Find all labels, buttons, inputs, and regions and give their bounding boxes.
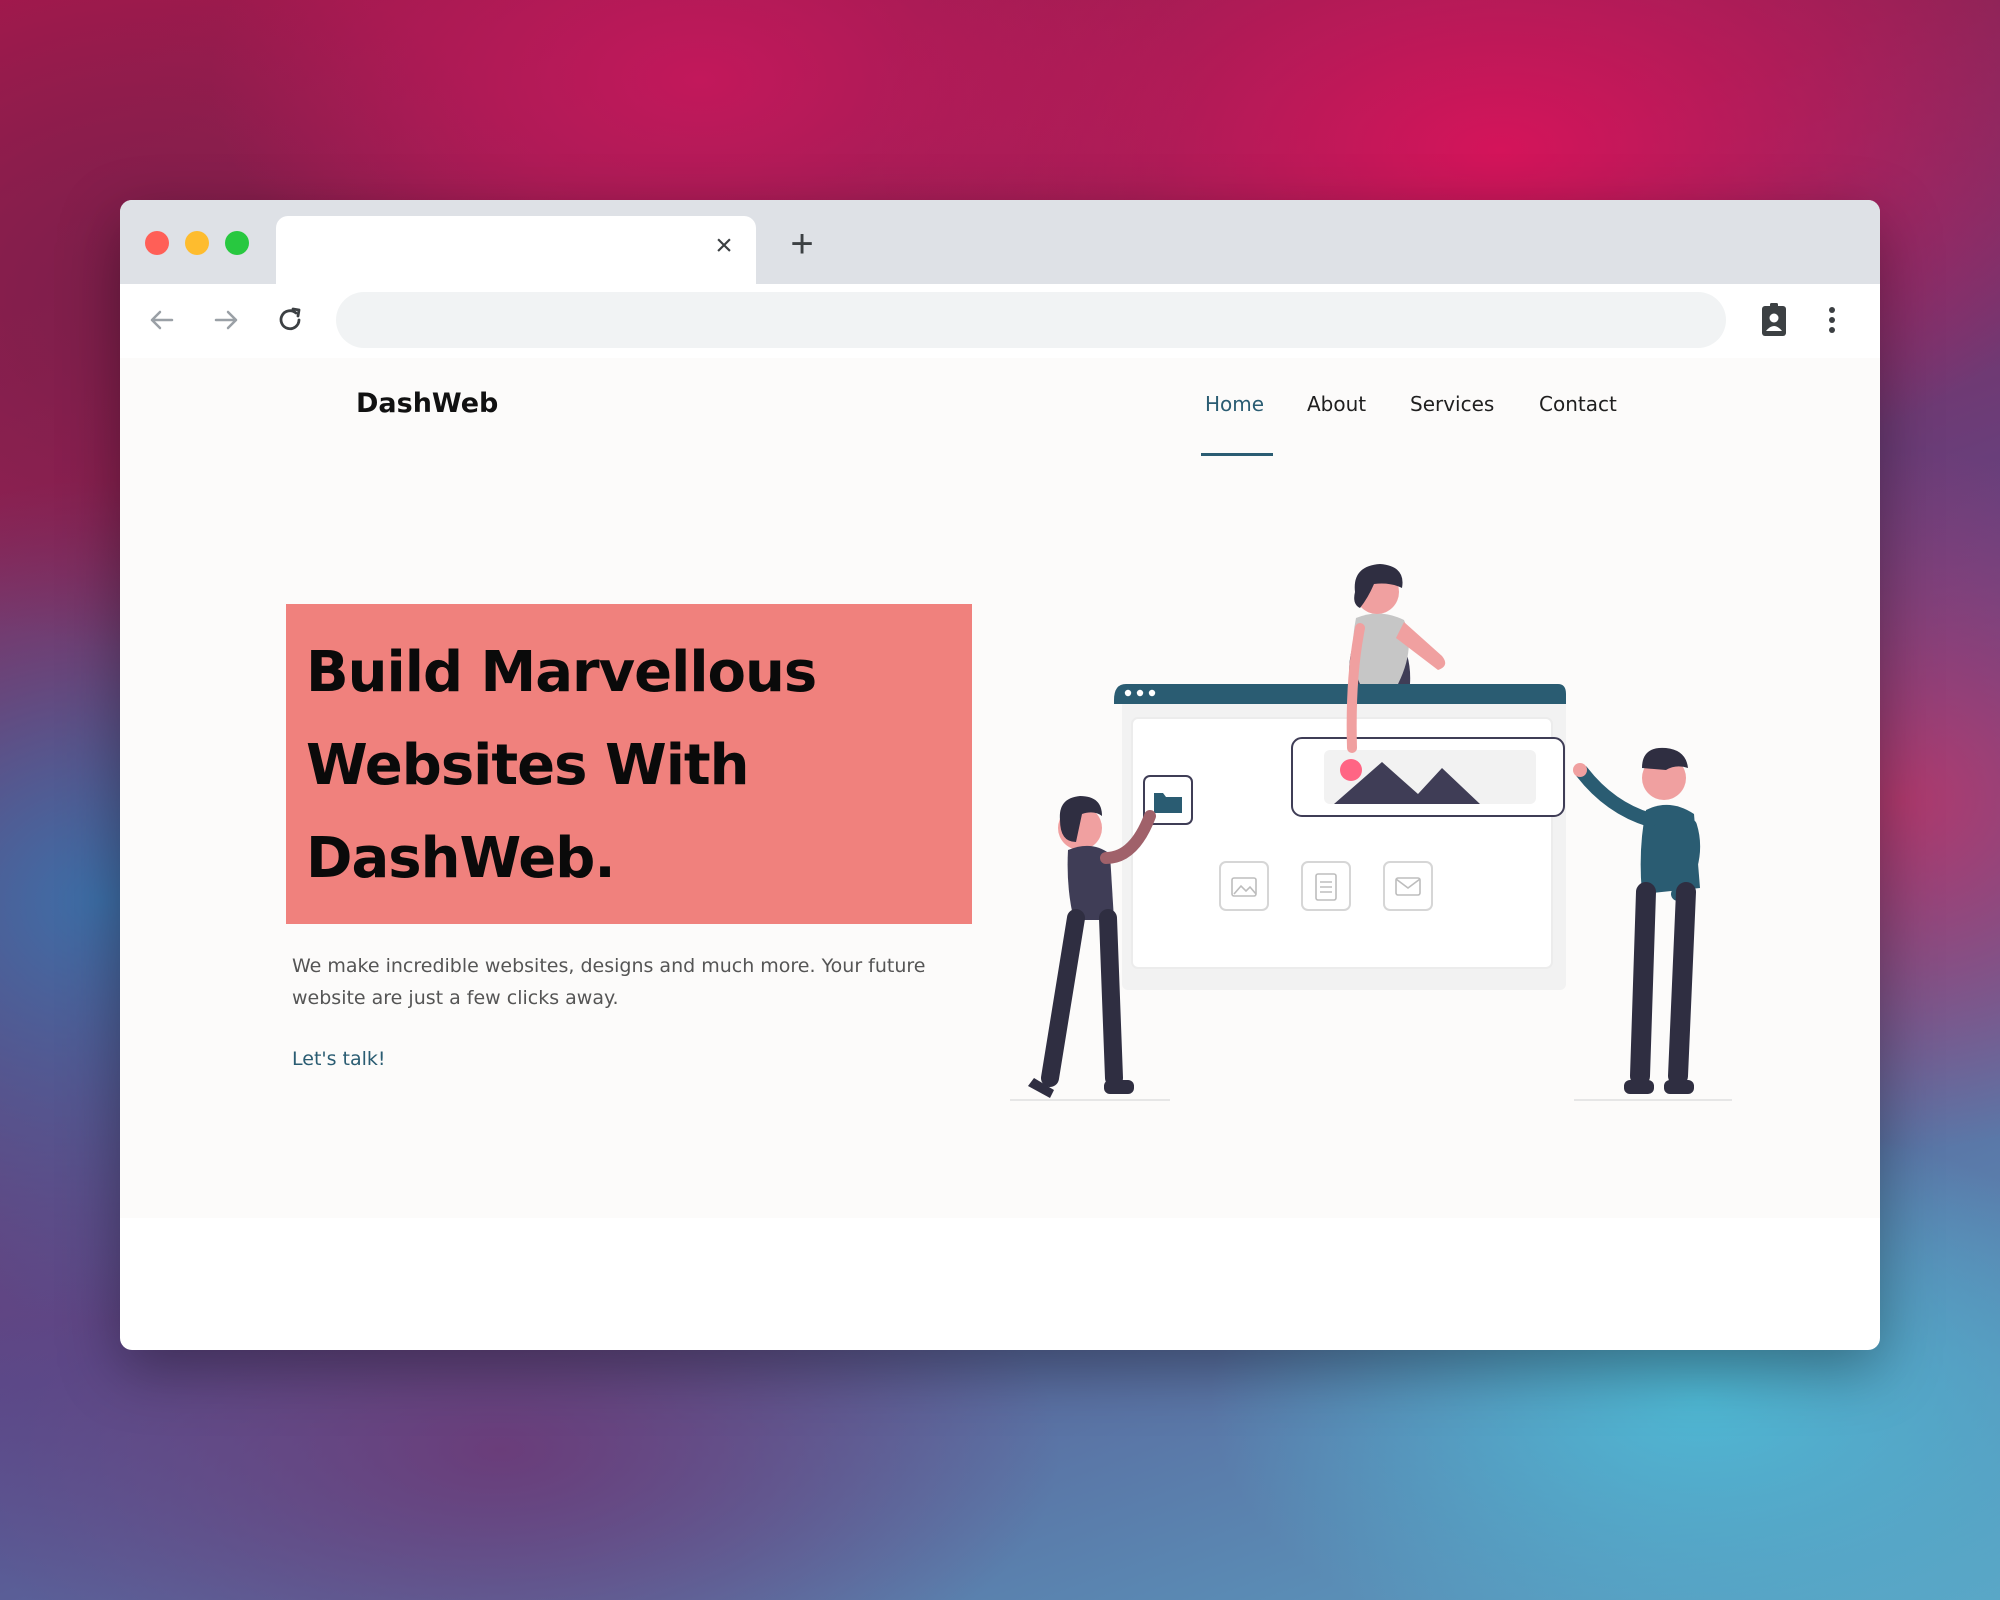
new-tab-icon[interactable]: + [784,224,820,264]
forward-arrow-icon[interactable] [208,302,244,338]
reload-icon[interactable] [272,302,308,338]
hero-title-line: Websites With [306,733,750,798]
image-file-icon [1219,861,1269,911]
nav-link-contact[interactable]: Contact [1539,392,1617,416]
nav-link-home[interactable]: Home [1205,392,1264,416]
back-arrow-icon[interactable] [144,302,180,338]
site-logo[interactable]: DashWeb [356,388,498,419]
profile-badge-icon[interactable] [1754,300,1794,340]
hero-title-box: Build Marvellous Websites With DashWeb. [286,604,972,924]
mail-file-icon [1383,861,1433,911]
maximize-window-button[interactable] [225,231,249,255]
webpage: DashWeb Home About Services Contact Buil… [120,358,1880,1218]
address-bar[interactable] [336,292,1726,348]
hero-title: Build Marvellous Websites With DashWeb. [306,626,956,905]
hero-title-line: Build Marvellous [306,640,817,705]
browser-window: × + DashWeb Home About Services Contact [120,200,1880,1350]
active-nav-indicator [1201,453,1273,456]
close-tab-icon[interactable]: × [710,231,738,261]
lets-talk-link[interactable]: Let's talk! [292,1048,386,1070]
browser-toolbar [120,284,1880,360]
nav-link-about[interactable]: About [1307,392,1366,416]
close-window-button[interactable] [145,231,169,255]
document-file-icon [1301,861,1351,911]
hero-illustration [1010,564,1732,1101]
hero-subtitle: We make incredible websites, designs and… [292,955,926,1009]
sun-circle [1340,759,1362,781]
nav-link-services[interactable]: Services [1410,392,1494,416]
illustration-panel-header [1114,684,1566,704]
tab-bar: × + [120,200,1880,284]
browser-tab[interactable]: × [276,216,756,284]
kebab-menu-icon[interactable] [1820,300,1844,340]
hero-title-line: DashWeb. [306,826,616,891]
minimize-window-button[interactable] [185,231,209,255]
